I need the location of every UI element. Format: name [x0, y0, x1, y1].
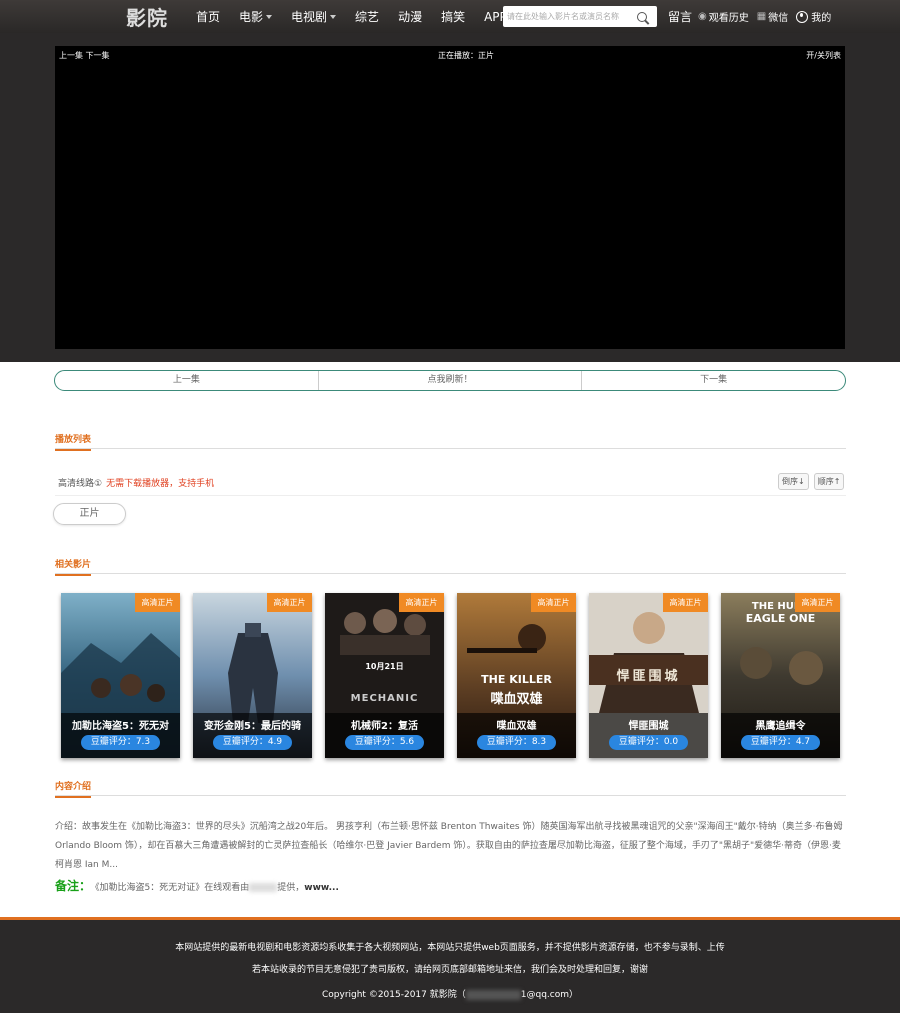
top-bar: 影院 首页 电影 电视剧 综艺 动漫 搞笑 APP 留言 ◉观看历史 ▦微信 我…	[0, 0, 900, 33]
douban-score: 豆瓣评分：4.7	[741, 735, 820, 750]
movie-title[interactable]: 变形金刚5：最后的骑	[193, 717, 312, 732]
note-label: 备注：	[55, 879, 92, 893]
toggle-list-button[interactable]: 开/关列表	[806, 50, 841, 61]
line-row: 高清线路① 无需下载播放器，支持手机	[58, 476, 214, 489]
related-movies: 高清正片 加勒比海盗5：死无对 豆瓣评分：7.3 高清正片 变形金刚5：最后的骑…	[61, 593, 841, 758]
hd-badge: 高清正片	[531, 593, 576, 612]
hd-badge: 高清正片	[399, 593, 444, 612]
movie-card[interactable]: 悍匪围城 高清正片 悍匪围城 豆瓣评分：0.0	[589, 593, 708, 758]
refresh-button[interactable]: 点我刷新！	[317, 371, 582, 390]
movie-title[interactable]: 机械师2：复活	[325, 717, 444, 732]
site-logo[interactable]: 影院	[126, 2, 168, 31]
main-nav: 首页 电影 电视剧 综艺 动漫 搞笑 APP	[196, 0, 526, 33]
next-episode-button[interactable]: 下一集	[581, 371, 845, 390]
chevron-down-icon	[266, 14, 273, 19]
contact-email: 1@qq.com）	[520, 990, 578, 1000]
line-name[interactable]: 高清线路①	[58, 479, 102, 489]
poster-brand: MECHANIC	[350, 693, 419, 704]
eye-icon: ◉	[698, 11, 707, 22]
nav-movies[interactable]: 电影	[239, 8, 273, 25]
episode-button[interactable]: 正片	[53, 503, 126, 525]
footer-disclaimer: 本网站提供的最新电视剧和电影资源均系收集于各大视频网站，本网站只提供web页面服…	[175, 943, 725, 953]
note-text-2: 提供，	[277, 883, 305, 893]
nav-home[interactable]: 首页	[196, 8, 220, 25]
sort-buttons: 倒序↓ 顺序↑	[773, 473, 845, 490]
movie-card[interactable]: 10月21日 MECHANIC 高清正片 机械师2：复活 豆瓣评分：5.6	[325, 593, 444, 758]
douban-score: 豆瓣评分：5.6	[345, 735, 424, 750]
poster-title-en: THE KILLER	[481, 673, 552, 686]
intro-heading-label: 内容介绍	[55, 779, 92, 798]
hd-badge: 高清正片	[267, 593, 312, 612]
footer-copyright-notice: 若本站收录的节目无意侵犯了贵司版权，请给网页底部邮箱地址来信，我们会及时处理和回…	[251, 965, 648, 975]
playlist-heading-label: 播放列表	[55, 432, 92, 451]
intro-heading: 内容介绍	[55, 778, 846, 798]
poster-title-cn: 喋血双雄	[490, 692, 543, 707]
nav-funny[interactable]: 搞笑	[441, 8, 465, 25]
nav-label: 电影	[239, 10, 264, 24]
header-links: 留言 ◉ 观看历史 ▦ 微信 我的	[668, 0, 839, 33]
douban-score: 豆瓣评分：8.3	[477, 735, 556, 750]
mine-link[interactable]: 我的	[796, 9, 831, 24]
mine-label: 我的	[811, 13, 832, 24]
nav-label: 首页	[196, 10, 221, 24]
now-playing: 正在播放：正片	[438, 51, 494, 60]
movie-title[interactable]: 悍匪围城	[589, 717, 708, 732]
sort-desc-button[interactable]: 倒序↓	[778, 473, 809, 490]
chevron-down-icon	[330, 14, 337, 19]
nav-label: 电视剧	[291, 10, 328, 24]
history-label: 观看历史	[708, 13, 749, 24]
related-heading: 相关影片	[55, 556, 846, 576]
wechat-link[interactable]: ▦ 微信	[757, 9, 788, 24]
note-site[interactable]: www...	[304, 883, 339, 893]
poster-date: 10月21日	[365, 662, 404, 671]
user-icon	[796, 10, 809, 23]
prev-episode-button[interactable]: 上一集	[55, 371, 318, 390]
movie-card[interactable]: 高清正片 加勒比海盗5：死无对 豆瓣评分：7.3	[61, 593, 180, 758]
wechat-icon: ▦	[756, 11, 767, 22]
movie-card[interactable]: 高清正片 变形金刚5：最后的骑 豆瓣评分：4.9	[193, 593, 312, 758]
redacted	[249, 883, 278, 892]
search-box	[503, 6, 657, 27]
nav-tv[interactable]: 电视剧	[291, 8, 337, 25]
footer: 本网站提供的最新电视剧和电影资源均系收集于各大视频网站，本网站只提供web页面服…	[0, 917, 900, 1013]
poster-title-en2: EAGLE ONE	[745, 612, 816, 625]
movie-card[interactable]: THE KILLER 喋血双雄 高清正片 喋血双雄 豆瓣评分：8.3	[457, 593, 576, 758]
hd-badge: 高清正片	[135, 593, 180, 612]
divider	[55, 495, 846, 496]
douban-score: 豆瓣评分：0.0	[609, 735, 688, 750]
sort-asc-button[interactable]: 顺序↑	[813, 473, 845, 490]
movie-card[interactable]: THE HUNT EAGLE ONE 高清正片 黑鹰追缉令 豆瓣评分：4.7	[721, 593, 840, 758]
line-note: 无需下载播放器，支持手机	[106, 479, 215, 489]
douban-score: 豆瓣评分：7.3	[81, 735, 160, 750]
wechat-label: 微信	[768, 13, 789, 24]
copyright-text: Copyright ©2015-2017 就影院（	[321, 990, 466, 1000]
search-icon[interactable]	[637, 11, 647, 22]
history-link[interactable]: ◉ 观看历史	[698, 9, 749, 24]
nav-label: 动漫	[398, 10, 423, 24]
hd-badge: 高清正片	[663, 593, 708, 612]
related-heading-label: 相关影片	[55, 557, 92, 576]
message-label: 留言	[668, 10, 693, 24]
playlist-heading: 播放列表	[55, 431, 846, 451]
nav-label: 搞笑	[441, 10, 466, 24]
intro-text: 介绍：故事发生在《加勒比海盗3：世界的尽头》沉船湾之战20年后。 男孩亨利（布兰…	[55, 822, 843, 870]
video-player[interactable]: 上一集 下一集 正在播放：正片 开/关列表	[55, 46, 845, 349]
note-row: 备注： 《加勒比海盗5：死无对证》在线观看由 提供，www...	[55, 877, 339, 894]
douban-score: 豆瓣评分：4.9	[213, 735, 292, 750]
movie-title[interactable]: 加勒比海盗5：死无对	[61, 717, 180, 732]
episode-nav: 上一集 点我刷新！ 下一集	[54, 370, 846, 391]
nav-label: 综艺	[355, 10, 380, 24]
poster-title-cn: 悍匪围城	[616, 669, 681, 684]
footer-copyright: Copyright ©2015-2017 就影院（ 1@qq.com）	[0, 987, 900, 1000]
player-prev-next[interactable]: 上一集 下一集	[59, 50, 110, 61]
nav-variety[interactable]: 综艺	[355, 8, 379, 25]
movie-title[interactable]: 喋血双雄	[457, 717, 576, 732]
nav-anime[interactable]: 动漫	[398, 8, 422, 25]
note-text: 《加勒比海盗5：死无对证》在线观看由	[95, 883, 250, 893]
search-input[interactable]	[503, 12, 633, 21]
hd-badge: 高清正片	[795, 593, 840, 612]
message-link[interactable]: 留言	[668, 8, 692, 25]
movie-title[interactable]: 黑鹰追缉令	[721, 717, 840, 732]
redacted	[465, 989, 521, 1000]
